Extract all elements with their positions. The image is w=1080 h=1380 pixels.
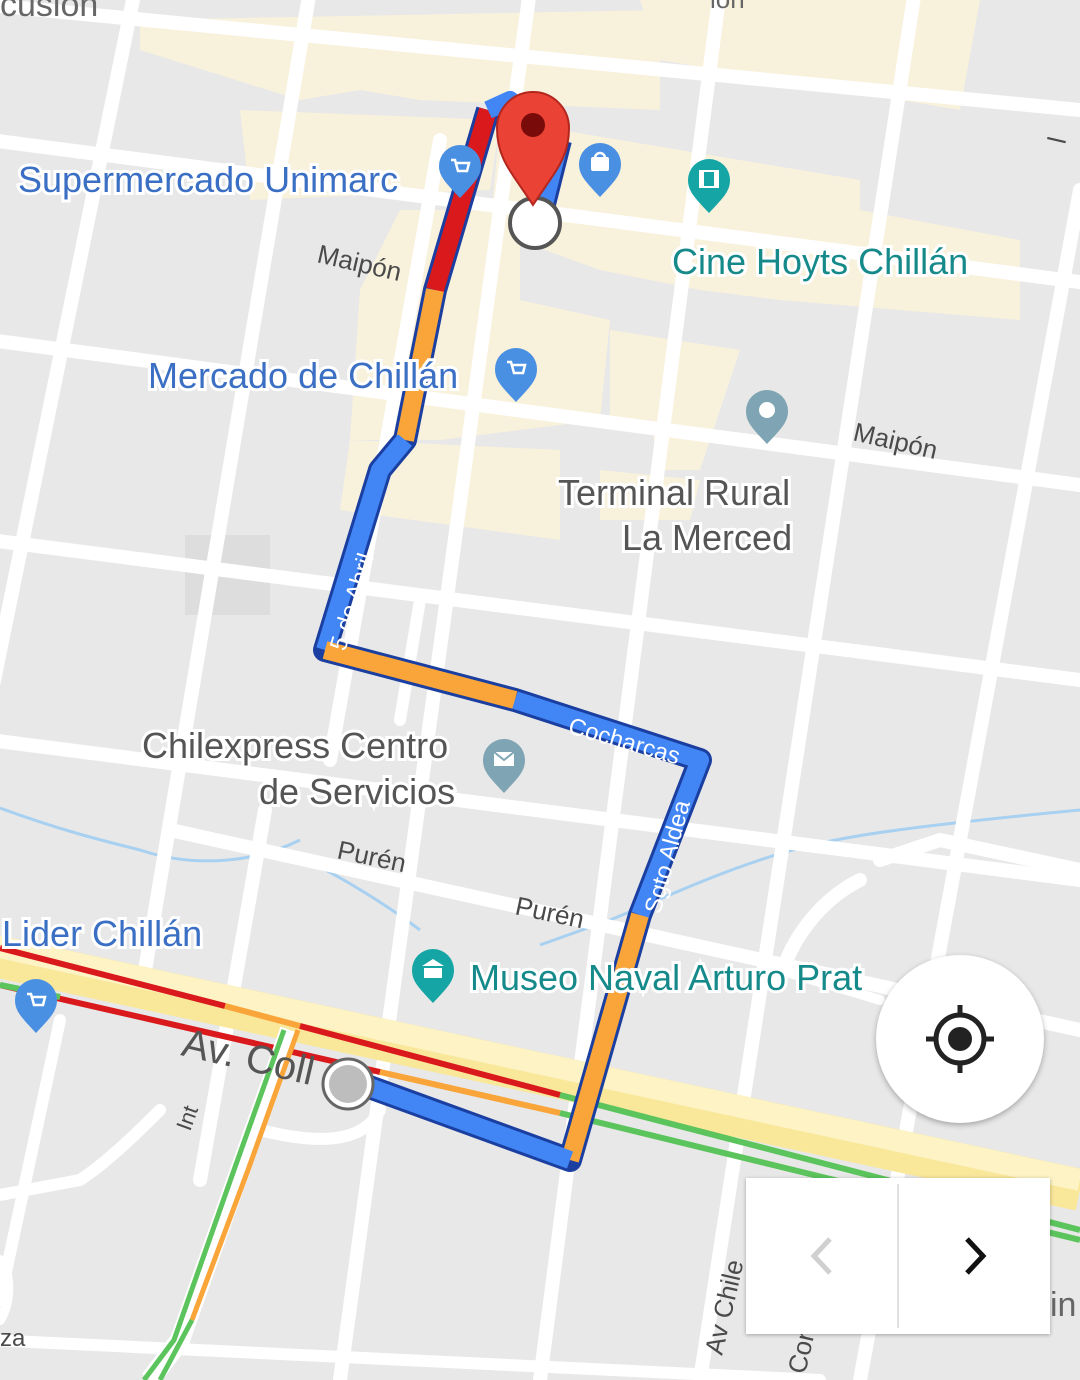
street-label-partial: in xyxy=(1050,1286,1076,1324)
place-label-chilexpress: de Servicios xyxy=(259,771,455,812)
place-label-lider: Lider Chillán xyxy=(2,913,202,954)
chevron-left-icon xyxy=(810,1237,832,1275)
place-label-terminal: La Merced xyxy=(622,517,792,558)
chevron-right-icon xyxy=(964,1237,986,1275)
my-location-button[interactable] xyxy=(876,955,1044,1123)
place-label-chilexpress: Chilexpress Centro xyxy=(142,725,448,766)
place-label-cine: Cine Hoyts Chillán xyxy=(672,241,968,282)
place-label-museo: Museo Naval Arturo Prat xyxy=(470,957,862,998)
street-label-partial: ion xyxy=(710,0,745,14)
street-label-partial: za xyxy=(0,1325,26,1352)
poi-museo-naval[interactable]: Museo Naval Arturo Prat xyxy=(412,949,865,1003)
step-navigation xyxy=(746,1178,1050,1334)
place-label-mercado: Mercado de Chillán xyxy=(148,355,458,396)
place-label-supermercado: Supermercado Unimarc xyxy=(18,159,398,200)
place-label-terminal: Terminal Rural xyxy=(558,472,790,513)
next-step-button[interactable] xyxy=(899,1178,1050,1334)
map-canvas[interactable]: Maipón Maipón 5 de Abril Cocharcas Sgto … xyxy=(0,0,1080,1380)
previous-step-button[interactable] xyxy=(746,1178,897,1334)
origin-dot-icon[interactable] xyxy=(321,1057,375,1111)
street-label-partial: cusion xyxy=(0,0,98,24)
my-location-icon xyxy=(926,1005,994,1073)
